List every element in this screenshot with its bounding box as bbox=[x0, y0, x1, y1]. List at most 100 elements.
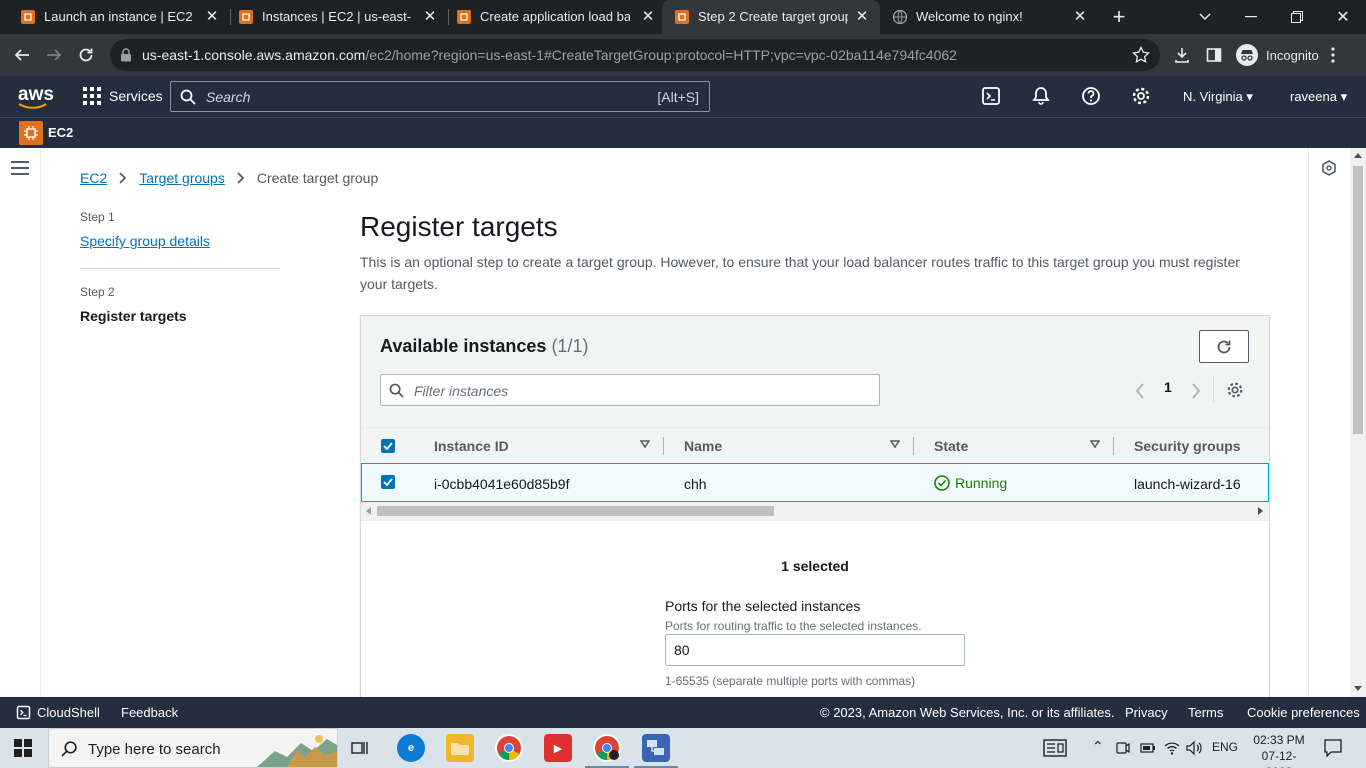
volume-icon[interactable] bbox=[1186, 740, 1204, 756]
service-name[interactable]: EC2 bbox=[48, 125, 73, 140]
feedback-link[interactable]: Feedback bbox=[121, 705, 178, 720]
browser-tab[interactable]: Welcome to nginx! ✕ bbox=[880, 0, 1098, 34]
wifi-icon[interactable] bbox=[1164, 740, 1180, 756]
youtube-icon[interactable]: ▶ bbox=[544, 734, 572, 762]
forward-icon[interactable] bbox=[42, 43, 66, 67]
region-selector[interactable]: N. Virginia ▾ bbox=[1183, 89, 1253, 105]
scroll-down-icon[interactable] bbox=[1354, 686, 1362, 691]
search-placeholder: Search bbox=[206, 89, 251, 105]
tools-rail bbox=[1308, 148, 1350, 697]
column-header-instance-id[interactable]: Instance ID bbox=[434, 438, 509, 454]
table-row[interactable]: i-0cbb4041e60d85b9f chh Running launch-w… bbox=[361, 463, 1269, 502]
scroll-left-icon[interactable] bbox=[366, 507, 371, 515]
filter-instances-input[interactable]: Filter instances bbox=[380, 374, 880, 406]
column-header-security-groups[interactable]: Security groups bbox=[1134, 438, 1241, 454]
grid-icon bbox=[83, 87, 101, 105]
hamburger-menu-icon[interactable] bbox=[11, 161, 29, 175]
meet-now-icon[interactable] bbox=[1116, 740, 1130, 756]
horizontal-scrollbar-thumb[interactable] bbox=[377, 506, 774, 516]
row-checkbox[interactable] bbox=[381, 475, 395, 489]
chrome-incognito-icon[interactable] bbox=[585, 734, 629, 768]
success-check-circle-icon bbox=[934, 475, 950, 491]
show-hidden-icons-icon[interactable]: ⌃ bbox=[1092, 738, 1104, 755]
task-view-icon[interactable] bbox=[351, 739, 369, 757]
aws-logo[interactable]: aws bbox=[18, 84, 54, 109]
sort-caret-icon[interactable] bbox=[640, 440, 650, 448]
notification-center-icon[interactable] bbox=[1324, 739, 1342, 757]
scrollbar-thumb[interactable] bbox=[1353, 166, 1363, 434]
new-tab-button[interactable]: + bbox=[1096, 0, 1142, 34]
scroll-up-icon[interactable] bbox=[1354, 153, 1362, 158]
select-all-checkbox[interactable] bbox=[381, 439, 395, 453]
close-window-icon[interactable]: ✕ bbox=[1320, 0, 1366, 34]
cell-security-group: launch-wizard-16 bbox=[1134, 476, 1241, 492]
account-menu[interactable]: raveena ▾ bbox=[1290, 89, 1347, 105]
edge-browser-icon[interactable]: e bbox=[397, 734, 425, 762]
service-bar: EC2 bbox=[0, 117, 1366, 148]
cookie-preferences-link[interactable]: Cookie preferences bbox=[1247, 705, 1360, 720]
tab-search-icon[interactable] bbox=[1182, 0, 1228, 34]
scroll-right-icon[interactable] bbox=[1258, 507, 1263, 515]
settings-gear-icon[interactable] bbox=[1131, 86, 1151, 106]
reload-icon[interactable] bbox=[74, 43, 98, 67]
previous-page-icon[interactable] bbox=[1135, 383, 1145, 399]
cloudshell-label: CloudShell bbox=[37, 705, 100, 720]
restore-icon[interactable] bbox=[1274, 0, 1320, 34]
ec2-service-icon[interactable] bbox=[19, 121, 43, 145]
terms-link[interactable]: Terms bbox=[1188, 705, 1223, 720]
instance-count: (1/1) bbox=[551, 336, 589, 356]
close-tab-icon[interactable]: ✕ bbox=[204, 9, 220, 25]
file-explorer-icon[interactable] bbox=[446, 734, 474, 762]
selected-count: 1 selected bbox=[781, 558, 849, 574]
page-number[interactable]: 1 bbox=[1164, 379, 1172, 395]
next-page-icon[interactable] bbox=[1191, 383, 1201, 399]
chrome-icon[interactable] bbox=[495, 734, 523, 762]
table-horizontal-scrollbar[interactable] bbox=[361, 503, 1269, 519]
info-panel-icon[interactable] bbox=[1321, 160, 1337, 176]
refresh-button[interactable] bbox=[1199, 330, 1249, 363]
address-bar[interactable]: us-east-1.console.aws.amazon.com/ec2/hom… bbox=[110, 39, 1160, 71]
network-app-icon[interactable] bbox=[634, 734, 678, 768]
step-2-label: Step 2 bbox=[80, 285, 115, 299]
taskbar-search-box[interactable]: Type here to search bbox=[48, 728, 338, 768]
column-header-name[interactable]: Name bbox=[684, 438, 722, 454]
taskbar-search-placeholder: Type here to search bbox=[88, 741, 221, 758]
ports-input[interactable]: 80 bbox=[665, 634, 965, 666]
close-tab-icon[interactable]: ✕ bbox=[422, 9, 438, 25]
windows-start-icon[interactable] bbox=[14, 739, 32, 757]
ports-constraint: 1-65535 (separate multiple ports with co… bbox=[665, 674, 916, 688]
news-widget-icon[interactable] bbox=[1043, 739, 1067, 757]
help-icon[interactable] bbox=[1081, 86, 1101, 106]
sort-caret-icon[interactable] bbox=[890, 440, 900, 448]
side-panel-icon[interactable] bbox=[1202, 43, 1226, 67]
close-tab-icon[interactable]: ✕ bbox=[854, 9, 870, 25]
close-tab-icon[interactable]: ✕ bbox=[640, 9, 656, 25]
services-menu[interactable]: Services bbox=[83, 87, 163, 105]
privacy-link[interactable]: Privacy bbox=[1125, 705, 1168, 720]
download-icon[interactable] bbox=[1170, 43, 1194, 67]
taskbar-clock[interactable]: 02:33 PM 07-12-2023 bbox=[1250, 732, 1308, 768]
notifications-bell-icon[interactable] bbox=[1031, 86, 1051, 106]
browser-tab-active[interactable]: Step 2 Create target group | EC2 ✕ bbox=[662, 0, 880, 34]
page-scrollbar[interactable] bbox=[1350, 148, 1366, 697]
browser-tab[interactable]: Create application load balancer ✕ bbox=[444, 0, 666, 34]
back-icon[interactable] bbox=[10, 43, 34, 67]
browser-tab[interactable]: Launch an instance | EC2 | us-east-1 ✕ bbox=[8, 0, 230, 34]
minimize-icon[interactable] bbox=[1228, 0, 1274, 34]
cloudshell-button[interactable]: CloudShell bbox=[16, 705, 100, 720]
aws-search-input[interactable]: Search [Alt+S] bbox=[170, 81, 710, 112]
breadcrumb-ec2[interactable]: EC2 bbox=[80, 170, 107, 186]
more-menu-icon[interactable] bbox=[1331, 47, 1335, 63]
battery-icon[interactable] bbox=[1140, 740, 1156, 756]
table-settings-gear-icon[interactable] bbox=[1226, 381, 1244, 399]
step-1-link[interactable]: Specify group details bbox=[80, 233, 210, 249]
language-indicator[interactable]: ENG bbox=[1212, 740, 1238, 754]
column-header-state[interactable]: State bbox=[934, 438, 968, 454]
incognito-indicator[interactable]: Incognito bbox=[1236, 42, 1335, 68]
browser-tab[interactable]: Instances | EC2 | us-east-1 ✕ bbox=[226, 0, 448, 34]
bookmark-star-icon[interactable] bbox=[1132, 46, 1150, 64]
close-tab-icon[interactable]: ✕ bbox=[1072, 9, 1088, 25]
sort-caret-icon[interactable] bbox=[1090, 440, 1100, 448]
cloudshell-icon[interactable] bbox=[981, 86, 1001, 106]
breadcrumb-target-groups[interactable]: Target groups bbox=[139, 170, 225, 186]
